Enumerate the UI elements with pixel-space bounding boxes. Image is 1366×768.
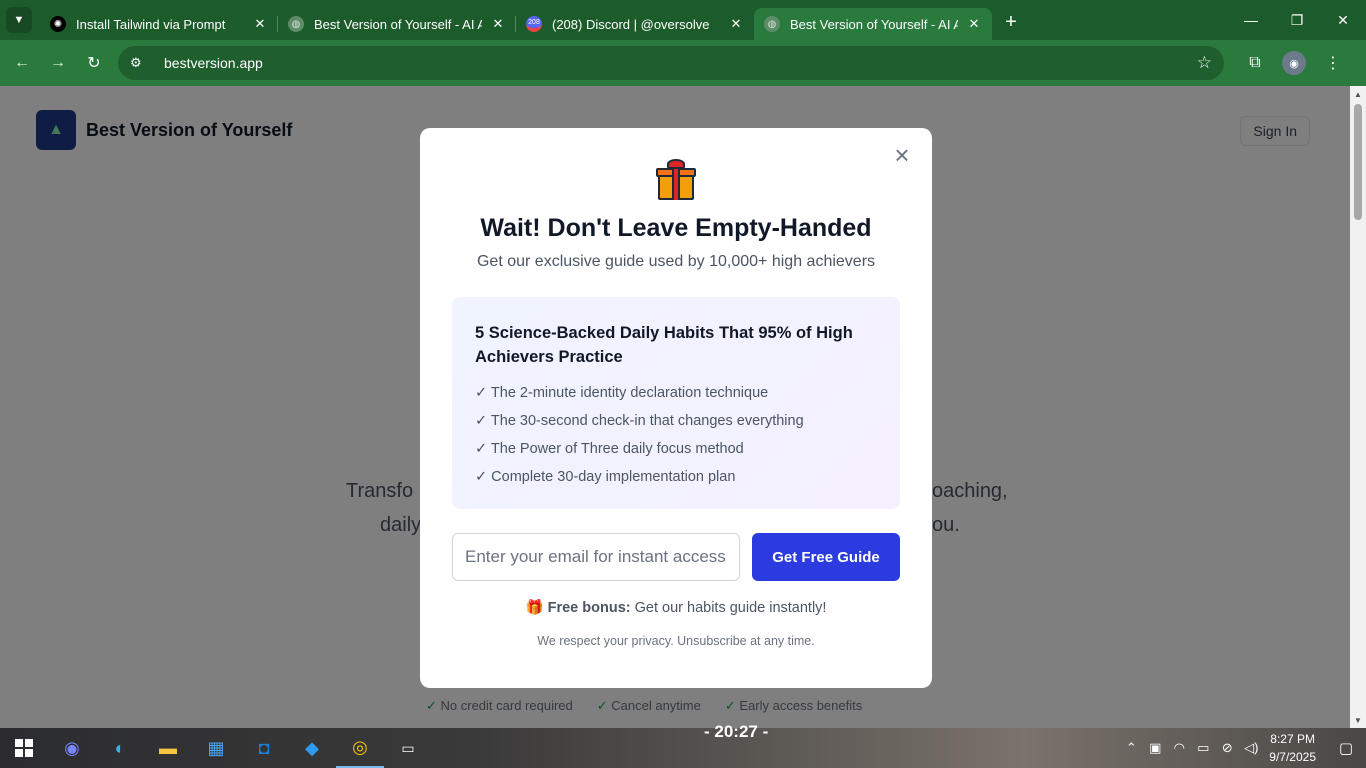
taskbar-vscode[interactable]: ◆ [288, 728, 336, 768]
page-scrollbar[interactable]: ▲ ▼ [1350, 86, 1366, 728]
tab-title: Best Version of Yourself - AI Ac [314, 16, 482, 32]
terminal-icon: ▭ [401, 739, 415, 756]
close-icon[interactable]: ✕ [490, 16, 506, 32]
browser-tab-strip: ▼ ✺ Install Tailwind via Prompt ✕ ◍ Best… [0, 0, 1366, 40]
guide-card: 5 Science-Backed Daily Habits That 95% o… [452, 297, 900, 509]
bookmark-star-icon[interactable]: ☆ [1197, 53, 1212, 73]
chrome-icon: ◎ [352, 736, 368, 757]
tab-search-button[interactable]: ▼ [6, 7, 32, 33]
store-icon: ▦ [207, 737, 225, 758]
toolbar-icons: ⧉ ◉ ⋮ [1236, 46, 1352, 80]
privacy-note: We respect your privacy. Unsubscribe at … [537, 634, 815, 648]
globe-icon: ◍ [764, 16, 780, 32]
gift-icon: 🎁 [525, 600, 544, 616]
taskbar-file-explorer[interactable]: ▬ [144, 728, 192, 768]
taskbar-discord[interactable]: ◉ [48, 728, 96, 768]
chevron-down-icon: ▼ [13, 14, 25, 26]
taskbar-terminal[interactable]: ▭ [384, 728, 432, 768]
wallpaper-clock: - 20:27 - [704, 722, 769, 741]
notifications-icon[interactable]: ▢ [1326, 739, 1366, 757]
window-controls: — ❐ ✕ [1228, 0, 1366, 40]
close-icon: × [894, 140, 910, 170]
battery-icon[interactable]: ▭ [1191, 740, 1215, 756]
restore-button[interactable]: ❐ [1274, 0, 1320, 40]
exit-intent-modal: × Wait! Don't Leave Empty-Handed Get our… [420, 128, 932, 688]
windows-logo-icon [15, 739, 33, 757]
guide-benefit-item: ✓ The 30-second check-in that changes ev… [475, 413, 804, 429]
back-button[interactable]: ← [4, 45, 40, 81]
close-icon[interactable]: ✕ [966, 16, 982, 32]
guide-benefit-item: ✓ The 2-minute identity declaration tech… [475, 385, 769, 401]
outlook-icon: ◘ [258, 737, 270, 758]
meet-now-icon[interactable]: ▣ [1143, 740, 1167, 756]
arrow-right-icon: → [50, 54, 66, 71]
scroll-up-arrow-icon[interactable]: ▲ [1350, 86, 1366, 102]
taskbar-store[interactable]: ▦ [192, 728, 240, 768]
edge-icon: ◐ [114, 737, 126, 758]
profile-avatar[interactable]: ◉ [1282, 51, 1306, 75]
tab-title: (208) Discord | @oversolve [552, 16, 710, 32]
bonus-text: Get our habits guide instantly! [630, 600, 827, 616]
guide-title: 5 Science-Backed Daily Habits That 95% o… [475, 324, 853, 366]
tab-3[interactable]: 208 (208) Discord | @oversolve ✕ [516, 8, 754, 40]
start-button[interactable] [0, 728, 48, 768]
guide-benefit-item: ✓ The Power of Three daily focus method [475, 441, 744, 457]
reload-icon: ↻ [87, 55, 101, 72]
gift-icon [656, 158, 696, 202]
reload-button[interactable]: ↻ [76, 45, 112, 81]
tab-title: Install Tailwind via Prompt [76, 16, 226, 32]
scroll-down-arrow-icon[interactable]: ▼ [1350, 712, 1366, 728]
clock-time: 8:27 PM [1270, 732, 1315, 746]
email-input[interactable] [452, 533, 740, 581]
taskbar-edge[interactable]: ◐ [96, 728, 144, 768]
tab-1[interactable]: ✺ Install Tailwind via Prompt ✕ [40, 8, 278, 40]
new-tab-button[interactable]: + [996, 7, 1026, 37]
wifi-icon[interactable]: ◠ [1167, 740, 1191, 756]
windows-taskbar: ◉ ◐ ▬ ▦ ◘ ◆ ◎ ▭ - 20:27 - ⌃ ▣ ◠ ▭ ⊘ ◁) 8… [0, 722, 1366, 768]
discord-icon: 208 [526, 16, 542, 32]
minimize-icon: — [1244, 12, 1258, 28]
close-icon[interactable]: ✕ [252, 16, 268, 32]
address-bar[interactable]: ⚙ bestversion.app ☆ [118, 46, 1224, 80]
taskbar-chrome[interactable]: ◎ [336, 728, 384, 768]
tab-title: Best Version of Yourself - AI Ac [790, 16, 958, 32]
chevron-up-icon[interactable]: ⌃ [1119, 740, 1143, 756]
close-icon: ✕ [1337, 11, 1349, 28]
tab-4-active[interactable]: ◍ Best Version of Yourself - AI Ac ✕ [754, 8, 992, 40]
url-text: bestversion.app [164, 55, 263, 71]
modal-title: Wait! Don't Leave Empty-Handed [480, 214, 872, 242]
menu-dots-icon[interactable]: ⋮ [1314, 46, 1352, 80]
arrow-left-icon: ← [14, 54, 30, 71]
chatgpt-icon: ✺ [50, 16, 66, 32]
bonus-label: Free bonus: [547, 600, 631, 616]
close-icon[interactable]: ✕ [728, 16, 744, 32]
get-free-guide-button[interactable]: Get Free Guide [752, 533, 900, 581]
network-off-icon[interactable]: ⊘ [1215, 740, 1239, 756]
close-window-button[interactable]: ✕ [1320, 0, 1366, 40]
minimize-button[interactable]: — [1228, 0, 1274, 40]
forward-button[interactable]: → [40, 45, 76, 81]
plus-icon: + [1005, 10, 1017, 33]
restore-icon: ❐ [1290, 11, 1304, 28]
browser-toolbar: ← → ↻ ⚙ bestversion.app ☆ ⧉ ◉ ⋮ [0, 40, 1366, 86]
modal-subtitle: Get our exclusive guide used by 10,000+ … [476, 253, 876, 270]
discord-icon: ◉ [64, 737, 80, 758]
volume-icon[interactable]: ◁) [1239, 740, 1263, 756]
site-info-icon[interactable]: ⚙ [130, 55, 150, 71]
tab-2[interactable]: ◍ Best Version of Yourself - AI Ac ✕ [278, 8, 516, 40]
globe-icon: ◍ [288, 16, 304, 32]
taskbar-clock[interactable]: 8:27 PM 9/7/2025 [1269, 730, 1316, 766]
guide-benefits-list: ✓ The 2-minute identity declaration tech… [475, 379, 877, 491]
vscode-icon: ◆ [305, 737, 319, 758]
extensions-icon[interactable]: ⧉ [1236, 46, 1274, 80]
taskbar-outlook[interactable]: ◘ [240, 728, 288, 768]
guide-benefit-item: ✓ Complete 30-day implementation plan [475, 469, 736, 485]
clock-date: 9/7/2025 [1269, 750, 1316, 764]
email-signup-form: Get Free Guide [452, 533, 900, 581]
scrollbar-thumb[interactable] [1354, 104, 1362, 220]
folder-icon: ▬ [159, 737, 177, 758]
bonus-note: 🎁 Free bonus: Get our habits guide insta… [420, 599, 932, 616]
modal-close-button[interactable]: × [890, 142, 914, 168]
system-tray: ⌃ ▣ ◠ ▭ ⊘ ◁) 8:27 PM 9/7/2025 ▢ [1119, 728, 1366, 768]
